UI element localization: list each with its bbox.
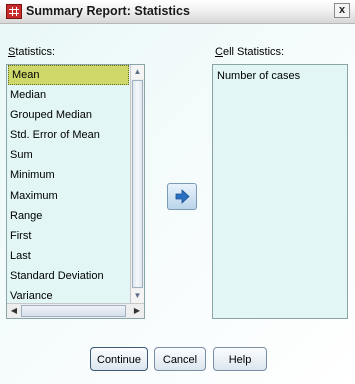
continue-button[interactable]: Continue — [90, 347, 148, 371]
right-arrow-icon — [175, 189, 190, 204]
spss-grid-icon — [6, 4, 22, 19]
cell-statistics-label: Cell Statistics: — [215, 46, 285, 58]
list-item[interactable]: First — [7, 226, 130, 246]
list-item[interactable]: Sum — [7, 145, 130, 165]
scroll-down-arrow-icon[interactable]: ▼ — [131, 289, 144, 303]
horizontal-scroll-thumb[interactable] — [21, 305, 126, 317]
cancel-button[interactable]: Cancel — [154, 347, 206, 371]
list-item[interactable]: Last — [7, 246, 130, 266]
list-item[interactable]: Range — [7, 206, 130, 226]
list-item[interactable]: Number of cases — [217, 70, 300, 82]
move-to-cell-statistics-button[interactable] — [167, 183, 197, 210]
list-item[interactable]: Std. Error of Mean — [7, 125, 130, 145]
list-item[interactable]: Minimum — [7, 165, 130, 185]
list-item[interactable]: Maximum — [7, 186, 130, 206]
vertical-scroll-thumb[interactable] — [132, 80, 143, 288]
close-icon: x — [338, 4, 346, 16]
horizontal-scrollbar[interactable]: ◀ ▶ — [7, 303, 144, 318]
close-button[interactable]: x — [334, 3, 350, 18]
list-item[interactable]: Median — [7, 85, 130, 105]
help-button[interactable]: Help — [213, 347, 267, 371]
scroll-left-arrow-icon[interactable]: ◀ — [7, 304, 21, 318]
statistics-list: Mean Median Grouped Median Std. Error of Me… — [7, 65, 130, 318]
statistics-dialog: Summary Report: Statistics x Statistics:… — [0, 0, 355, 384]
list-item[interactable]: Standard Deviation — [7, 266, 130, 286]
list-item-selected[interactable]: Mean — [8, 65, 129, 86]
scroll-up-arrow-icon[interactable]: ▲ — [131, 65, 144, 79]
list-item[interactable]: Grouped Median — [7, 105, 130, 125]
vertical-scrollbar[interactable]: ▲ ▼ — [130, 65, 144, 303]
cell-statistics-listbox[interactable]: Number of cases — [212, 64, 348, 319]
scroll-right-arrow-icon[interactable]: ▶ — [130, 304, 144, 318]
statistics-listbox[interactable]: Mean Median Grouped Median Std. Error of Me… — [6, 64, 145, 319]
title-bar[interactable]: Summary Report: Statistics x — [0, 0, 355, 24]
window-title: Summary Report: Statistics — [26, 4, 190, 18]
statistics-label: Statistics: — [8, 46, 56, 58]
